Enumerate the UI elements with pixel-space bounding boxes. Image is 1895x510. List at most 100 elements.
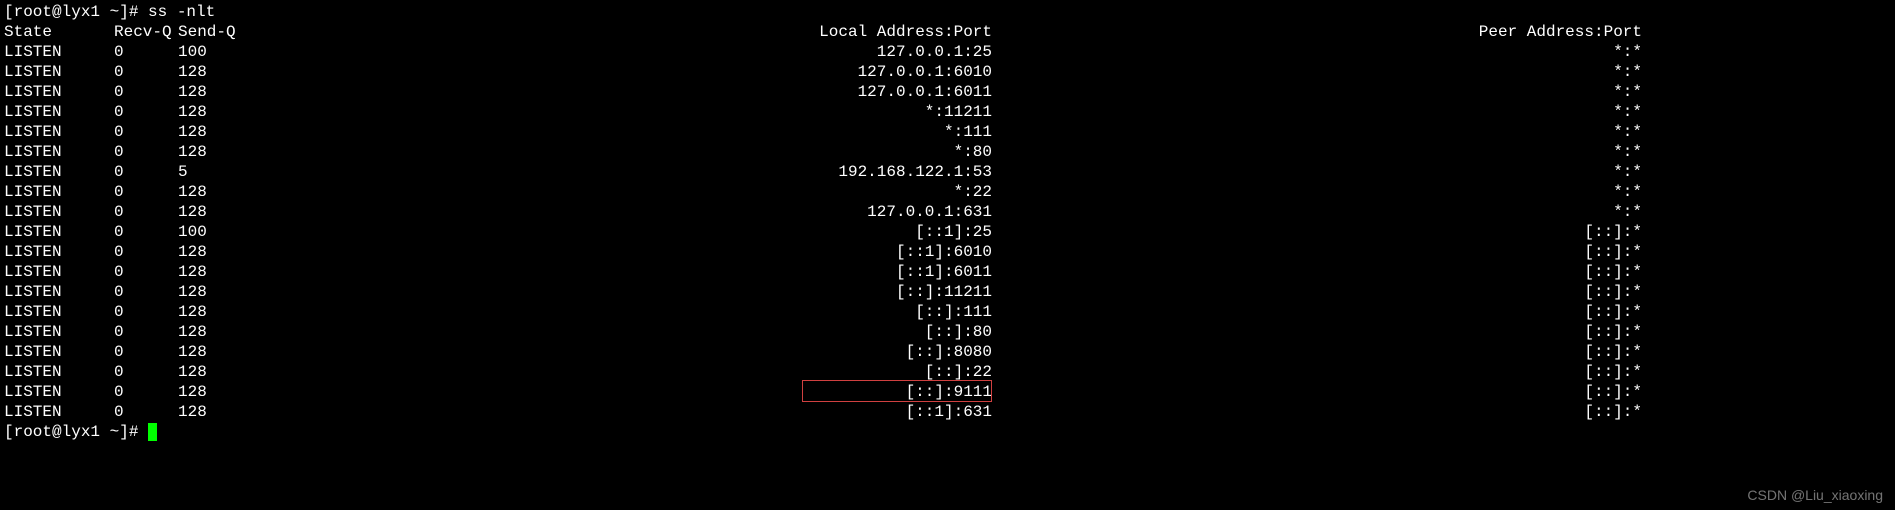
cell-recvq: 0	[114, 222, 178, 242]
table-row: LISTEN0128[::]:22[::]:*	[4, 362, 1891, 382]
table-row: LISTEN05192.168.122.1:53*:*	[4, 162, 1891, 182]
cell-state: LISTEN	[4, 142, 114, 162]
cell-state: LISTEN	[4, 182, 114, 202]
cell-recvq: 0	[114, 302, 178, 322]
cell-state: LISTEN	[4, 302, 114, 322]
table-row: LISTEN0128127.0.0.1:6010*:*	[4, 62, 1891, 82]
cell-local: *:111	[262, 122, 1112, 142]
table-row: LISTEN0128[::1]:6011[::]:*	[4, 262, 1891, 282]
table-row: LISTEN0128[::]:111[::]:*	[4, 302, 1891, 322]
prompt-line[interactable]: [root@lyx1 ~]#	[4, 422, 1891, 442]
cell-sendq: 128	[178, 242, 262, 262]
terminal-output[interactable]: [root@lyx1 ~]# ss -nltStateRecv-QSend-QL…	[4, 2, 1891, 442]
cell-recvq: 0	[114, 162, 178, 182]
table-row: LISTEN0128[::]:8080[::]:*	[4, 342, 1891, 362]
cell-sendq: 128	[178, 382, 262, 402]
table-row: LISTEN0100[::1]:25[::]:*	[4, 222, 1891, 242]
cell-peer: *:*	[1112, 102, 1642, 122]
cell-local: *:11211	[262, 102, 1112, 122]
cursor-block	[148, 423, 157, 441]
cell-sendq: 128	[178, 82, 262, 102]
watermark: CSDN @Liu_xiaoxing	[1747, 487, 1883, 505]
cell-state: LISTEN	[4, 402, 114, 422]
cell-local: *:22	[262, 182, 1112, 202]
table-row: LISTEN0128[::1]:631[::]:*	[4, 402, 1891, 422]
table-row: LISTEN0128*:11211*:*	[4, 102, 1891, 122]
cell-peer: *:*	[1112, 142, 1642, 162]
cell-recvq: 0	[114, 282, 178, 302]
cell-state: LISTEN	[4, 362, 114, 382]
cell-local: [::]:8080	[262, 342, 1112, 362]
cell-recvq: 0	[114, 42, 178, 62]
cell-peer: *:*	[1112, 82, 1642, 102]
cell-peer: *:*	[1112, 62, 1642, 82]
cell-peer: *:*	[1112, 162, 1642, 182]
cell-state: LISTEN	[4, 62, 114, 82]
cell-sendq: 128	[178, 282, 262, 302]
col-recvq: Recv-Q	[114, 22, 178, 42]
cell-local: [::]:11211	[262, 282, 1112, 302]
cell-sendq: 128	[178, 322, 262, 342]
cell-local: [::]:22	[262, 362, 1112, 382]
table-row: LISTEN0128*:111*:*	[4, 122, 1891, 142]
cell-recvq: 0	[114, 182, 178, 202]
prompt-line: [root@lyx1 ~]# ss -nlt	[4, 2, 1891, 22]
table-row: LISTEN0128[::1]:6010[::]:*	[4, 242, 1891, 262]
cell-sendq: 128	[178, 122, 262, 142]
cell-recvq: 0	[114, 82, 178, 102]
cell-peer: *:*	[1112, 202, 1642, 222]
cell-local: 127.0.0.1:6011	[262, 82, 1112, 102]
cell-state: LISTEN	[4, 42, 114, 62]
cell-peer: [::]:*	[1112, 342, 1642, 362]
cell-local: [::]:9111	[262, 382, 1112, 402]
col-sendq: Send-Q	[178, 22, 262, 42]
col-peer: Peer Address:Port	[1112, 22, 1642, 42]
cell-peer: [::]:*	[1112, 402, 1642, 422]
cell-peer: *:*	[1112, 42, 1642, 62]
table-row: LISTEN0100127.0.0.1:25*:*	[4, 42, 1891, 62]
cell-recvq: 0	[114, 202, 178, 222]
cell-recvq: 0	[114, 342, 178, 362]
cell-peer: [::]:*	[1112, 362, 1642, 382]
cell-local: [::1]:631	[262, 402, 1112, 422]
cell-sendq: 128	[178, 182, 262, 202]
cell-state: LISTEN	[4, 382, 114, 402]
cell-recvq: 0	[114, 262, 178, 282]
table-row: LISTEN0128[::]:9111[::]:*	[4, 382, 1891, 402]
cell-sendq: 100	[178, 222, 262, 242]
cell-recvq: 0	[114, 402, 178, 422]
cell-peer: *:*	[1112, 122, 1642, 142]
table-row: LISTEN0128[::]:11211[::]:*	[4, 282, 1891, 302]
cell-state: LISTEN	[4, 342, 114, 362]
cell-recvq: 0	[114, 102, 178, 122]
cell-sendq: 128	[178, 102, 262, 122]
cell-state: LISTEN	[4, 222, 114, 242]
cell-state: LISTEN	[4, 322, 114, 342]
cell-sendq: 128	[178, 262, 262, 282]
cell-local: 127.0.0.1:25	[262, 42, 1112, 62]
cell-peer: [::]:*	[1112, 262, 1642, 282]
cell-recvq: 0	[114, 122, 178, 142]
cell-state: LISTEN	[4, 82, 114, 102]
cell-state: LISTEN	[4, 202, 114, 222]
col-local: Local Address:Port	[262, 22, 1112, 42]
cell-recvq: 0	[114, 142, 178, 162]
cell-peer: [::]:*	[1112, 242, 1642, 262]
table-row: LISTEN0128[::]:80[::]:*	[4, 322, 1891, 342]
cell-local: [::1]:25	[262, 222, 1112, 242]
cell-local: [::1]:6011	[262, 262, 1112, 282]
cell-sendq: 100	[178, 42, 262, 62]
cell-peer: [::]:*	[1112, 222, 1642, 242]
cell-peer: [::]:*	[1112, 282, 1642, 302]
cell-sendq: 128	[178, 142, 262, 162]
cell-sendq: 128	[178, 302, 262, 322]
table-row: LISTEN0128127.0.0.1:631*:*	[4, 202, 1891, 222]
table-row: LISTEN0128*:22*:*	[4, 182, 1891, 202]
cell-state: LISTEN	[4, 102, 114, 122]
cell-state: LISTEN	[4, 262, 114, 282]
cell-local: 127.0.0.1:631	[262, 202, 1112, 222]
cell-sendq: 128	[178, 342, 262, 362]
cell-local: *:80	[262, 142, 1112, 162]
cell-local: 127.0.0.1:6010	[262, 62, 1112, 82]
cell-recvq: 0	[114, 62, 178, 82]
